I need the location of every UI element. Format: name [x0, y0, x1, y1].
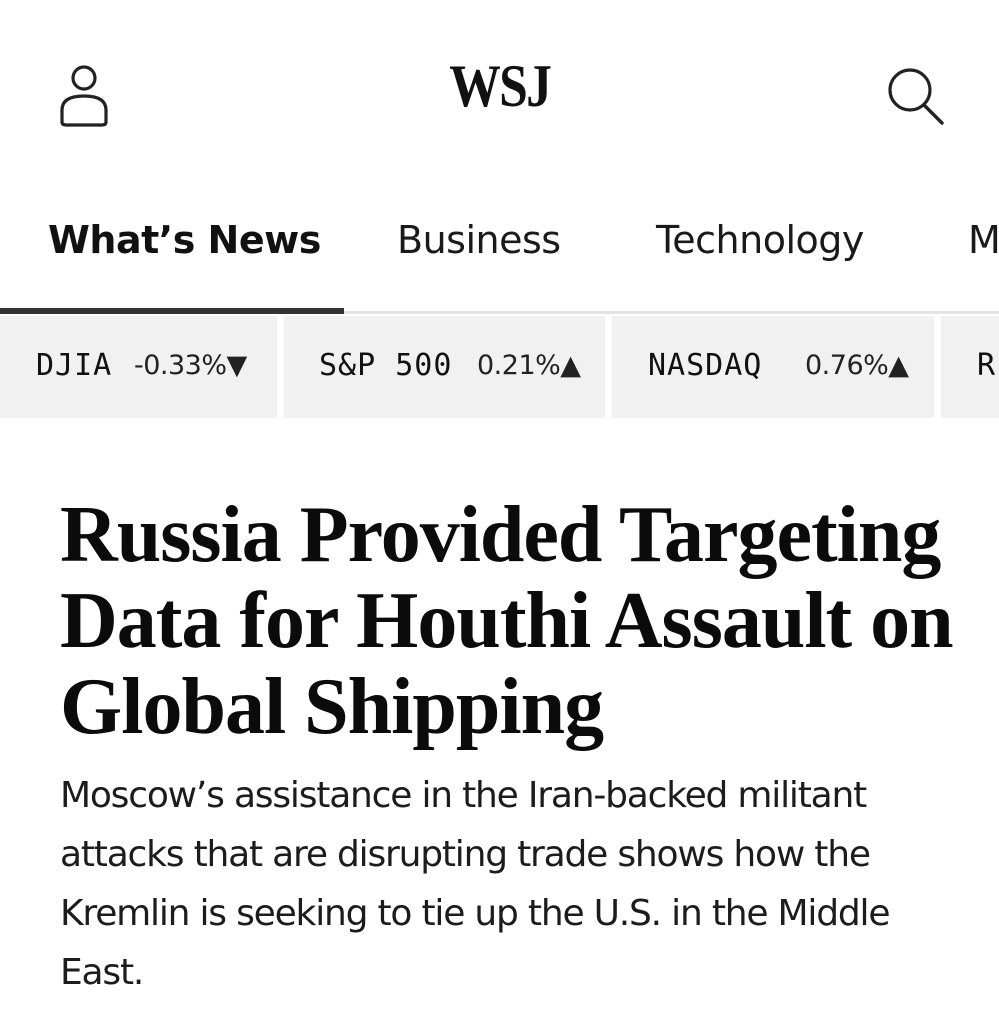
ticker-name: DJIA — [36, 348, 113, 383]
up-arrow-icon: ▲ — [888, 350, 909, 381]
tab-markets-partial[interactable]: M — [968, 218, 999, 311]
tab-technology[interactable]: Technology — [656, 218, 864, 311]
ticker-name: NASDAQ — [648, 348, 763, 383]
active-tab-indicator — [0, 308, 344, 314]
ticker-name: S&P 500 — [319, 348, 453, 383]
tab-business[interactable]: Business — [397, 218, 561, 311]
wsj-logo[interactable]: WSJ — [0, 52, 999, 121]
page: WSJ What’s News Business Technology M DJ… — [0, 0, 999, 1024]
down-arrow-icon: ▼ — [226, 350, 248, 381]
ticker-item-djia[interactable]: DJIA -0.33%▼ — [0, 316, 277, 418]
article-summary: Moscow’s assistance in the Iran-backed m… — [60, 775, 890, 993]
article-headline[interactable]: Russia Provided Targeting Data for Houth… — [60, 492, 960, 750]
site-header: WSJ — [0, 0, 999, 190]
logo-text: WSJ — [449, 53, 552, 119]
search-button[interactable] — [880, 58, 952, 130]
ticker-name: R — [977, 348, 997, 383]
section-nav: What’s News Business Technology M — [0, 190, 999, 314]
market-ticker: DJIA -0.33%▼ S&P 500 0.21%▲ NASDAQ 0.76%… — [0, 316, 999, 420]
ticker-item-sp500[interactable]: S&P 500 0.21%▲ — [284, 316, 605, 418]
ticker-change: 0.21%▲ — [477, 350, 581, 381]
up-arrow-icon: ▲ — [560, 350, 581, 381]
ticker-change: -0.33%▼ — [134, 350, 247, 381]
search-icon — [888, 68, 944, 125]
ticker-item-nasdaq[interactable]: NASDAQ 0.76%▲ — [612, 316, 934, 418]
ticker-change: 0.76%▲ — [805, 350, 909, 381]
ticker-item-partial[interactable]: R — [941, 316, 999, 418]
tab-whats-news[interactable]: What’s News — [48, 218, 321, 311]
